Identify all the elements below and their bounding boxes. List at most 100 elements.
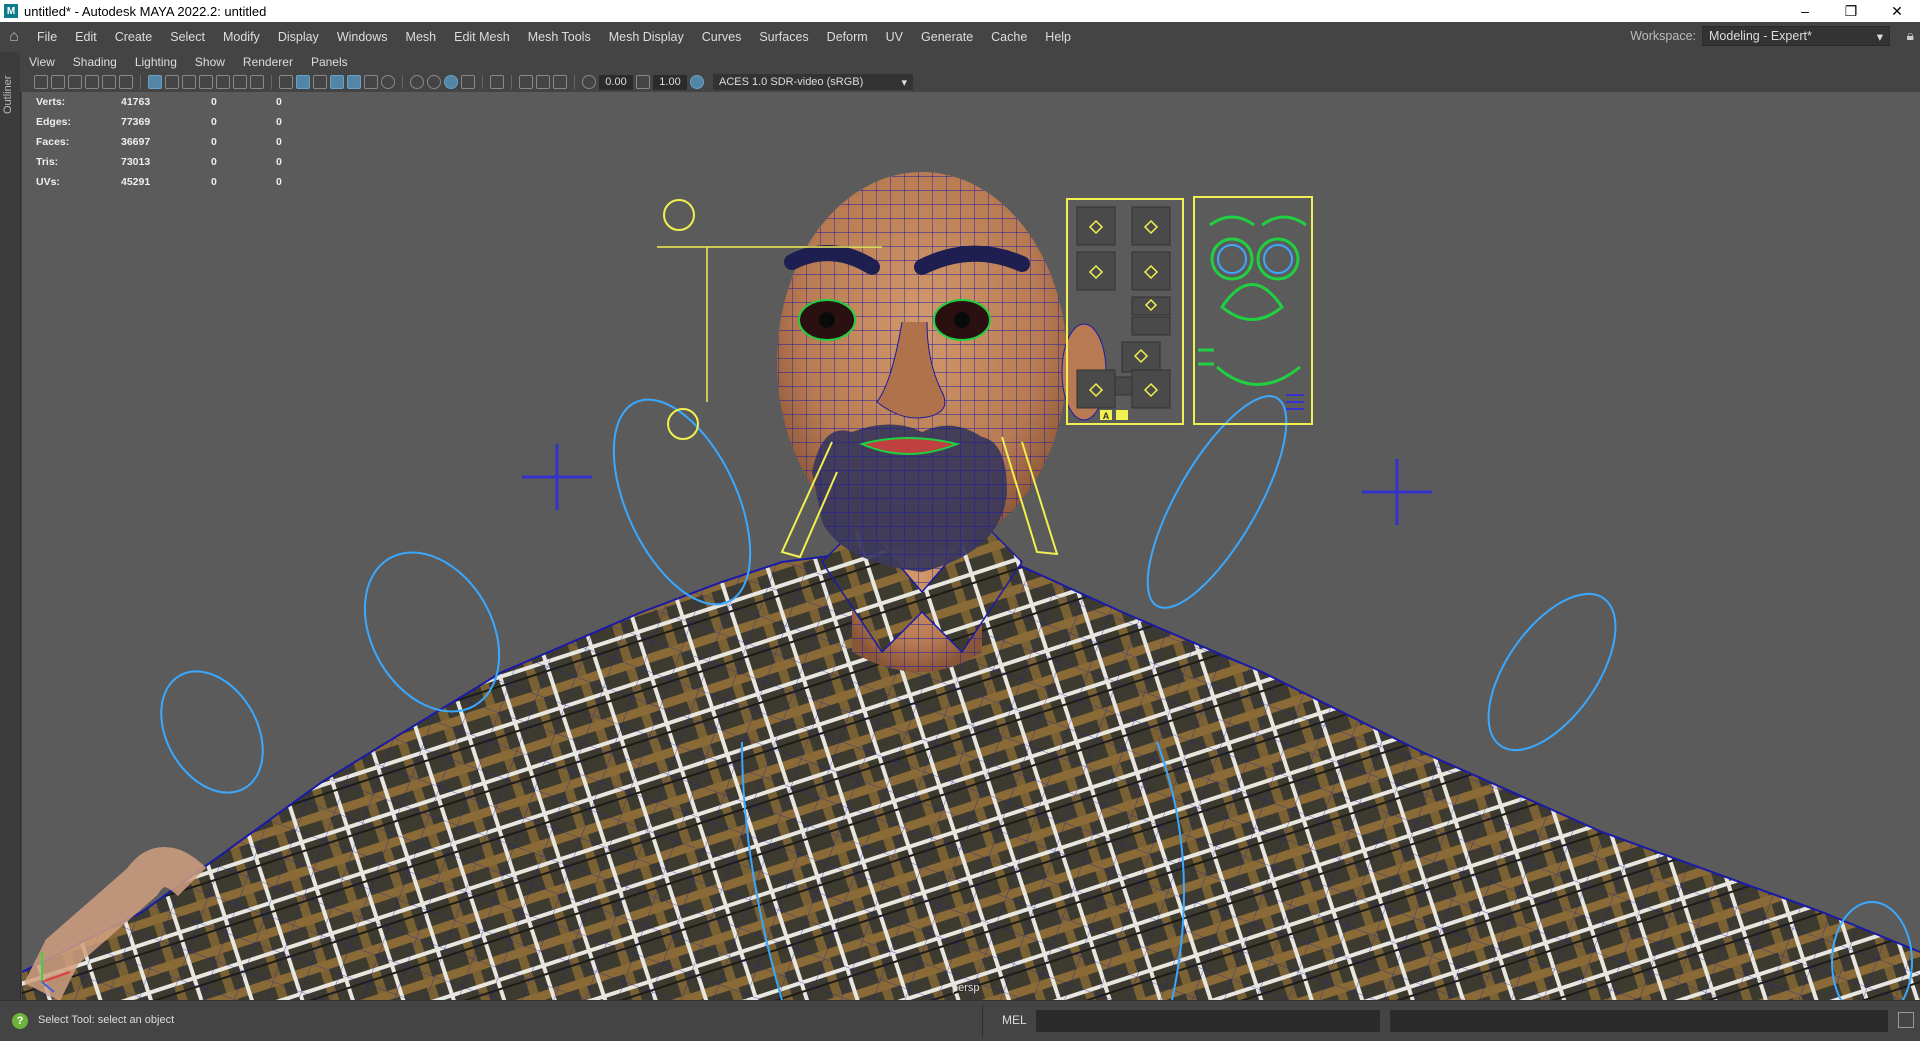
gamma-field[interactable]: 1.00	[653, 74, 687, 90]
menu-edit[interactable]: Edit	[66, 30, 106, 44]
help-icon: ?	[12, 1013, 28, 1029]
grid-icon[interactable]	[148, 75, 162, 89]
xray-joints-icon[interactable]	[536, 75, 550, 89]
depth-of-field-icon[interactable]	[461, 75, 475, 89]
menu-mesh-tools[interactable]: Mesh Tools	[519, 30, 600, 44]
workspace-dropdown[interactable]: Modeling - Expert* ▾	[1702, 26, 1890, 46]
menu-generate[interactable]: Generate	[912, 30, 982, 44]
menu-surfaces[interactable]: Surfaces	[750, 30, 817, 44]
hud-value: 0	[276, 136, 282, 148]
panel-menu-renderer[interactable]: Renderer	[234, 55, 302, 69]
camera-lock-icon[interactable]	[51, 75, 65, 89]
face-panel-letter-a: A	[1103, 411, 1110, 421]
hud-value: 73013	[121, 156, 151, 168]
menu-mesh[interactable]: Mesh	[397, 30, 446, 44]
perspective-viewport[interactable]: A Verts: 41763 0 0 Edges: 77369 0 0 Face…	[22, 92, 1920, 1000]
gamma-icon[interactable]	[636, 75, 650, 89]
use-all-lights-icon[interactable]	[364, 75, 378, 89]
panel-menu-lighting[interactable]: Lighting	[126, 55, 186, 69]
hud-value: 0	[276, 116, 282, 128]
hud-value: 0	[211, 176, 217, 188]
hud-row: Edges: 77369 0 0	[36, 112, 306, 132]
toolbar-separator	[482, 75, 483, 89]
xray-icon[interactable]	[519, 75, 533, 89]
restore-button[interactable]: ❐	[1828, 0, 1874, 22]
divider	[982, 1005, 983, 1037]
color-management-icon[interactable]	[690, 75, 704, 89]
default-material-icon[interactable]	[313, 75, 327, 89]
menu-deform[interactable]: Deform	[818, 30, 877, 44]
lock-icon[interactable]: 🔒︎	[1907, 27, 1914, 44]
hud-row: Faces: 36697 0 0	[36, 132, 306, 152]
resolution-gate-icon[interactable]	[182, 75, 196, 89]
ambient-occlusion-icon[interactable]	[410, 75, 424, 89]
image-plane-icon[interactable]	[102, 75, 116, 89]
textured-icon[interactable]	[347, 75, 361, 89]
hud-value: 77369	[121, 116, 151, 128]
hud-value: 0	[211, 156, 217, 168]
menu-display[interactable]: Display	[269, 30, 328, 44]
head-mesh	[777, 172, 1107, 572]
menu-modify[interactable]: Modify	[214, 30, 269, 44]
anti-aliasing-icon[interactable]	[444, 75, 458, 89]
field-chart-icon[interactable]	[216, 75, 230, 89]
shadows-icon[interactable]	[381, 75, 395, 89]
camera-attributes-icon[interactable]	[68, 75, 82, 89]
script-editor-icon[interactable]	[1898, 1012, 1914, 1028]
face-control-panel	[1066, 196, 1313, 425]
home-icon[interactable]: ⌂	[0, 22, 28, 52]
toolbar-separator	[271, 75, 272, 89]
exposure-icon[interactable]	[582, 75, 596, 89]
toolbar-separator	[574, 75, 575, 89]
hud-value: 0	[211, 96, 217, 108]
panel-menu-panels[interactable]: Panels	[302, 55, 357, 69]
wireframe-on-shaded-icon[interactable]	[330, 75, 344, 89]
menu-uv[interactable]: UV	[877, 30, 912, 44]
bookmark-icon[interactable]	[85, 75, 99, 89]
backface-culling-icon[interactable]	[553, 75, 567, 89]
menu-windows[interactable]: Windows	[328, 30, 397, 44]
camera-select-icon[interactable]	[34, 75, 48, 89]
panel-menu-view[interactable]: View	[20, 55, 64, 69]
hud-row: Tris: 73013 0 0	[36, 152, 306, 172]
command-result-field	[1390, 1010, 1888, 1032]
hud-row: Verts: 41763 0 0	[36, 92, 306, 112]
outliner-collapsed-tab[interactable]: Outliner	[0, 52, 21, 1000]
grease-pencil-icon[interactable]	[119, 75, 133, 89]
isolate-select-icon[interactable]	[490, 75, 504, 89]
panel-menu-shading[interactable]: Shading	[64, 55, 126, 69]
hud-value: 0	[211, 116, 217, 128]
hud-label: Edges:	[36, 116, 72, 128]
menu-mesh-display[interactable]: Mesh Display	[600, 30, 693, 44]
gate-mask-icon[interactable]	[199, 75, 213, 89]
panel-menu-show[interactable]: Show	[186, 55, 234, 69]
mel-toggle[interactable]: MEL	[1002, 1013, 1027, 1027]
safe-title-icon[interactable]	[250, 75, 264, 89]
maya-app-icon: M	[4, 4, 18, 18]
chevron-down-icon: ▾	[901, 76, 907, 89]
exposure-field[interactable]: 0.00	[599, 74, 633, 90]
smooth-shade-icon[interactable]	[296, 75, 310, 89]
menu-help[interactable]: Help	[1036, 30, 1080, 44]
minimize-button[interactable]: –	[1782, 0, 1828, 22]
menu-curves[interactable]: Curves	[693, 30, 751, 44]
help-line-message: Select Tool: select an object	[38, 1014, 175, 1026]
workspace-value: Modeling - Expert*	[1709, 29, 1812, 43]
close-button[interactable]: ✕	[1874, 0, 1920, 22]
command-line-input[interactable]	[1036, 1010, 1380, 1032]
color-space-dropdown[interactable]: ACES 1.0 SDR-video (sRGB) ▾	[713, 74, 913, 90]
menu-cache[interactable]: Cache	[982, 30, 1036, 44]
menu-select[interactable]: Select	[161, 30, 214, 44]
safe-action-icon[interactable]	[233, 75, 247, 89]
menu-file[interactable]: File	[28, 30, 66, 44]
wireframe-icon[interactable]	[279, 75, 293, 89]
motion-blur-icon[interactable]	[427, 75, 441, 89]
menu-create[interactable]: Create	[106, 30, 162, 44]
poly-count-hud: Verts: 41763 0 0 Edges: 77369 0 0 Faces:…	[36, 92, 306, 192]
hud-row: UVs: 45291 0 0	[36, 172, 306, 192]
menu-edit-mesh[interactable]: Edit Mesh	[445, 30, 519, 44]
film-gate-icon[interactable]	[165, 75, 179, 89]
hud-value: 36697	[121, 136, 151, 148]
hud-value: 0	[276, 176, 282, 188]
camera-name-label: persp	[952, 982, 980, 994]
